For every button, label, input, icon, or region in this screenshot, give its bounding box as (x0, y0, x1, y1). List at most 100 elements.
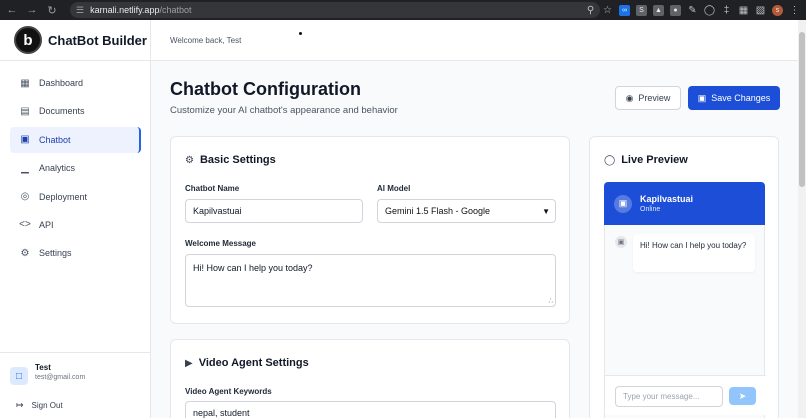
extension-icon[interactable]: ‡ (721, 5, 732, 16)
brand: b ChatBot Builder (0, 20, 150, 61)
chat-widget-body: ▣ Hi! How can I help you today? Type you… (604, 225, 766, 418)
page-title: Chatbot Configuration (170, 79, 361, 99)
video-agent-title: ▶ Video Agent Settings (185, 357, 309, 369)
sidepanel-icon[interactable]: ▧ (755, 5, 766, 16)
sidebar-item-label: Chatbot (39, 134, 71, 145)
sidebar-item-label: API (39, 219, 54, 230)
chat-bubble-icon: ◯ (604, 154, 616, 166)
basic-settings-title: ⚙ Basic Settings (185, 154, 276, 166)
save-button-label: Save Changes (711, 93, 771, 103)
sidebar: b ChatBot Builder ▦ Dashboard ▤ Document… (0, 20, 151, 418)
live-preview-card: ◯ Live Preview ▣ Kapilvastuai Online ▣ H… (589, 136, 779, 418)
send-button[interactable]: ➤ (729, 387, 756, 405)
site-info-icon[interactable]: ☰ (76, 5, 84, 16)
globe-icon: ◎ (20, 191, 30, 203)
video-camera-icon: ▶ (185, 357, 193, 369)
save-button[interactable]: ▣ Save Changes (688, 86, 780, 110)
extension-icon[interactable]: ◯ (704, 5, 715, 16)
sidebar-item-settings[interactable]: ⚙ Settings (10, 240, 141, 266)
extension-icon[interactable]: S (636, 4, 647, 16)
welcome-message-textarea[interactable]: Hi! How can I help you today? ∴ (185, 254, 556, 307)
save-icon: ▣ (697, 92, 707, 103)
forward-icon[interactable]: → (24, 2, 40, 18)
top-bar: Welcome back, Test (151, 20, 806, 61)
sidebar-item-deployment[interactable]: ◎ Deployment (10, 184, 141, 210)
chevron-down-icon: ▼ (542, 206, 550, 216)
chat-bot-name: Kapilvastuai (640, 194, 694, 204)
page-scrollbar[interactable] (798, 20, 806, 418)
sidebar-item-documents[interactable]: ▤ Documents (10, 98, 141, 124)
welcome-text: Welcome back, Test (170, 35, 242, 45)
ai-model-select[interactable]: Gemini 1.5 Flash - Google ▼ (377, 199, 556, 223)
sign-out-icon: ↦ (16, 400, 24, 410)
extension-icons: ⚲ ☆ ∞ S ▲ ● ✎ ◯ ‡ ▦ ▧ s ⋮ (585, 2, 800, 18)
mouse-cursor (299, 32, 302, 35)
sidebar-item-analytics[interactable]: ▁ Analytics (10, 155, 141, 181)
live-preview-title: ◯ Live Preview (604, 154, 688, 166)
preview-button-label: Preview (638, 93, 671, 103)
extension-icon[interactable]: ▲ (653, 4, 664, 16)
chatbot-name-input[interactable]: Kapilvastuai (185, 199, 363, 223)
bookmark-star-icon[interactable]: ☆ (602, 5, 613, 16)
sign-out-label: Sign Out (31, 401, 63, 410)
gear-icon: ⚙ (185, 154, 194, 166)
sidebar-nav: ▦ Dashboard ▤ Documents ▣ Chatbot ▁ Anal… (10, 70, 141, 269)
url-path: /chatbot (159, 5, 192, 15)
extension-icon[interactable]: ∞ (619, 4, 630, 16)
pen-icon[interactable]: ✎ (687, 5, 698, 16)
key-icon[interactable]: ⚲ (585, 5, 596, 16)
chatbot-name-label: Chatbot Name (185, 184, 240, 193)
logo: b (14, 26, 42, 54)
bot-avatar-icon: ▣ (615, 236, 627, 248)
reload-icon[interactable]: ↻ (44, 2, 60, 18)
user-profile: □ Test test@gmail.com (0, 352, 151, 385)
address-bar[interactable]: ☰ karnali.netlify.app/chatbot (70, 2, 600, 18)
video-agent-card: ▶ Video Agent Settings Video Agent Keywo… (170, 339, 570, 418)
live-preview-title-text: Live Preview (621, 154, 688, 166)
url-host: karnali.netlify.app (90, 5, 160, 15)
bot-icon: ▣ (20, 134, 30, 146)
bot-icon: ▣ (614, 194, 632, 213)
scrollbar-thumb[interactable] (799, 32, 805, 187)
preview-button[interactable]: ◉ Preview (615, 86, 681, 110)
ai-model-label: AI Model (377, 184, 411, 193)
browser-toolbar: ← → ↻ ☰ karnali.netlify.app/chatbot ⚲ ☆ … (0, 0, 806, 20)
sidebar-item-label: Settings (39, 248, 72, 259)
sidebar-item-label: Analytics (39, 163, 76, 174)
sidebar-item-label: Dashboard (39, 78, 84, 88)
extension-icon[interactable]: ● (670, 4, 681, 16)
chat-bot-status: Online (640, 206, 661, 213)
code-icon: <> (19, 219, 31, 231)
resize-handle-icon[interactable]: ∴ (549, 297, 553, 305)
ai-model-value: Gemini 1.5 Flash - Google (385, 206, 491, 216)
puzzle-icon[interactable]: ▦ (738, 5, 749, 16)
eye-icon: ◉ (625, 92, 634, 103)
dashboard-icon: ▦ (20, 77, 30, 89)
welcome-message-value: Hi! How can I help you today? (193, 263, 313, 273)
document-icon: ▤ (20, 105, 30, 117)
video-agent-title-text: Video Agent Settings (198, 357, 309, 369)
profile-avatar[interactable]: s (772, 4, 783, 16)
sign-out-button[interactable]: ↦ Sign Out (16, 400, 63, 411)
user-email: test@gmail.com (35, 374, 86, 381)
chat-input-row: Type your message... ➤ (605, 375, 766, 415)
sidebar-item-label: Documents (39, 106, 85, 117)
sidebar-item-label: Deployment (39, 191, 88, 202)
bot-message: Hi! How can I help you today? (633, 234, 755, 272)
chat-message-input[interactable]: Type your message... (615, 386, 723, 407)
page-subtitle: Customize your AI chatbot's appearance a… (170, 105, 398, 116)
sidebar-item-chatbot[interactable]: ▣ Chatbot (10, 126, 141, 153)
welcome-message-label: Welcome Message (185, 239, 256, 248)
video-keywords-input[interactable]: nepal, student (185, 401, 556, 418)
sidebar-item-dashboard[interactable]: ▦ Dashboard (10, 70, 141, 96)
back-icon[interactable]: ← (4, 2, 20, 18)
basic-settings-title-text: Basic Settings (199, 154, 276, 166)
user-name: Test (35, 363, 51, 372)
bar-chart-icon: ▁ (21, 162, 29, 174)
sidebar-item-api[interactable]: <> API (10, 212, 141, 238)
more-menu-icon[interactable]: ⋮ (789, 5, 800, 16)
chat-widget-header: ▣ Kapilvastuai Online (604, 182, 765, 225)
brand-name: ChatBot Builder (48, 32, 147, 48)
user-avatar: □ (10, 367, 28, 385)
basic-settings-card: ⚙ Basic Settings Chatbot Name Kapilvastu… (170, 136, 570, 324)
